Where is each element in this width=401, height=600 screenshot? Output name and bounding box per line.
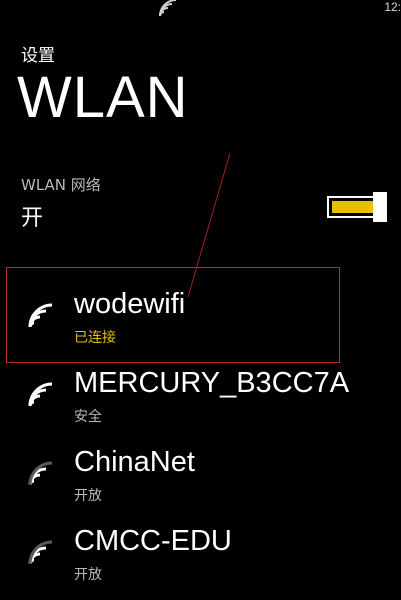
network-name: ChinaNet — [74, 446, 195, 478]
wifi-medium-icon — [26, 540, 56, 566]
network-item-cmcc-edu[interactable]: CMCC-EDU 开放 — [0, 525, 401, 595]
wlan-toggle-state: 开 — [21, 206, 44, 231]
network-status: 安全 — [74, 409, 102, 425]
network-item-mercury[interactable]: MERCURY_B3CC7A 安全 — [0, 367, 401, 437]
annotation-highlight-box — [6, 267, 340, 363]
wlan-toggle-switch[interactable] — [327, 192, 387, 222]
network-name: CMCC-EDU — [74, 525, 232, 557]
network-name: MERCURY_B3CC7A — [74, 367, 350, 399]
page-title: WLAN — [17, 65, 189, 130]
section-title: 设置 — [21, 46, 55, 66]
wifi-full-icon — [26, 382, 56, 408]
status-time: 12: — [384, 0, 401, 14]
wlan-toggle-label: WLAN 网络 — [21, 176, 101, 194]
network-item-chinanet[interactable]: ChinaNet 开放 — [0, 446, 401, 516]
network-status: 开放 — [74, 567, 102, 583]
status-bar: 12: — [0, 0, 401, 24]
wifi-medium-icon — [26, 461, 56, 487]
toggle-fill — [332, 201, 374, 213]
toggle-knob[interactable] — [373, 192, 387, 222]
wifi-signal-icon — [154, 0, 178, 18]
network-status: 开放 — [74, 488, 102, 504]
